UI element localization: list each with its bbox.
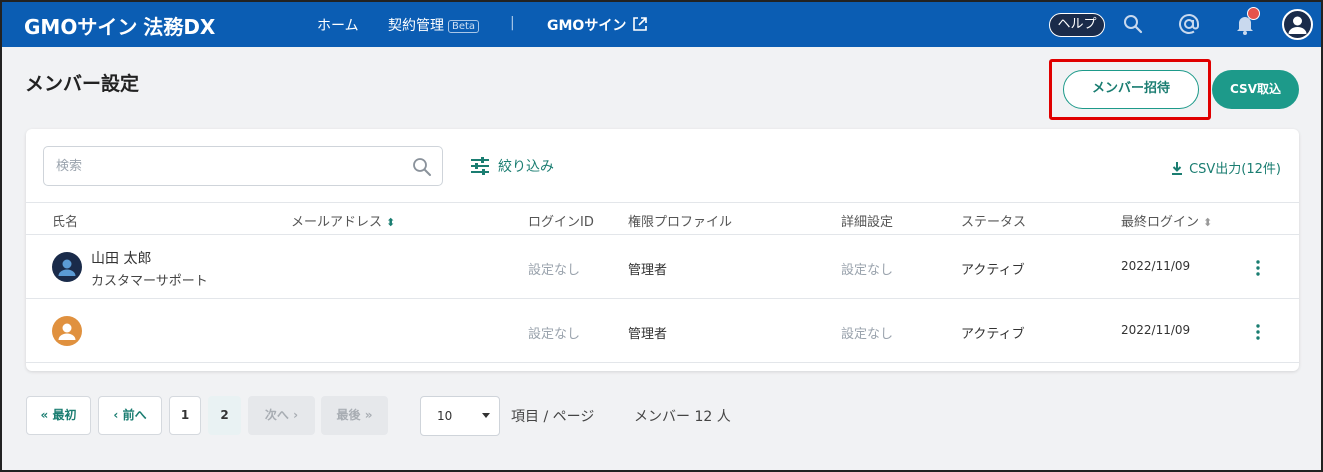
nav-contract-management[interactable]: 契約管理 Beta [388, 15, 480, 35]
member-name: 山田 太郎 [91, 251, 152, 267]
account-icon[interactable] [1282, 9, 1313, 40]
profile-cell: 管理者 [628, 327, 668, 342]
login-id-cell: 設定なし [528, 263, 581, 278]
more-vertical-icon[interactable] [1252, 323, 1264, 341]
first-page-button[interactable]: « 最初 [26, 396, 91, 435]
page-button-2[interactable]: 2 [208, 396, 241, 435]
sort-icon[interactable]: ⬍ [1203, 216, 1212, 229]
next-page-button[interactable]: 次へ › [248, 396, 315, 435]
nav-separator: | [510, 15, 515, 31]
prev-page-button[interactable]: ‹ 前へ [98, 396, 162, 435]
col-email[interactable]: メールアドレス ⬍ [291, 211, 395, 230]
download-icon [1172, 162, 1183, 175]
last-login-cell: 2022/11/09 [1121, 323, 1191, 337]
detail-cell: 設定なし [841, 327, 894, 342]
chevron-down-icon [482, 413, 490, 418]
status-cell: アクティブ [961, 327, 1025, 342]
col-last-login[interactable]: 最終ログイン ⬍ [1121, 211, 1212, 230]
profile-cell: 管理者 [628, 263, 668, 278]
help-button[interactable]: ヘルプ [1049, 13, 1105, 37]
col-email-label: メールアドレス [291, 215, 383, 230]
notification-badge [1247, 7, 1260, 20]
more-vertical-icon[interactable] [1252, 259, 1264, 277]
mention-icon[interactable] [1178, 13, 1202, 37]
page-title: メンバー設定 [25, 73, 140, 95]
col-login-id: ログインID [528, 215, 594, 230]
per-page-suffix: 項目 / ページ [511, 409, 595, 425]
col-profile: 権限プロファイル [628, 215, 733, 230]
sort-icon[interactable]: ⬍ [386, 216, 395, 229]
last-login-cell: 2022/11/09 [1121, 259, 1191, 273]
double-chevron-left-icon: « [40, 408, 49, 422]
last-page-label: 最後 [336, 408, 361, 422]
table-row[interactable]: 設定なし 管理者 設定なし アクティブ 2022/11/09 [26, 299, 1299, 363]
table-row[interactable]: 山田 太郎 カスタマーサポート 設定なし 管理者 設定なし アクティブ 2022… [26, 235, 1299, 299]
filter-sliders-icon [471, 157, 489, 175]
filter-label: 絞り込み [498, 159, 554, 175]
col-detail: 詳細設定 [841, 215, 894, 230]
col-last-login-label: 最終ログイン [1121, 215, 1200, 230]
logo-gmo-sign: GMOサイン [24, 15, 138, 39]
double-chevron-right-icon: » [364, 408, 373, 422]
nav-home[interactable]: ホーム [317, 15, 359, 35]
col-name: 氏名 [52, 215, 79, 230]
avatar [52, 316, 82, 346]
chevron-left-icon: ‹ [113, 408, 119, 422]
csv-export-label: CSV出力(12件) [1189, 162, 1281, 177]
csv-export-button[interactable]: CSV出力(12件) [1171, 158, 1281, 177]
nav-contract-label: 契約管理 [388, 18, 444, 34]
filter-button[interactable]: 絞り込み [470, 156, 554, 176]
detail-cell: 設定なし [841, 263, 894, 278]
logo-product: 法務DX [143, 15, 216, 39]
first-page-label: 最初 [52, 408, 77, 422]
members-card: 絞り込み CSV出力(12件) 氏名 メールアドレス⬍ ログインID 権限プロフ… [26, 129, 1299, 371]
prev-page-label: 前へ [122, 408, 147, 422]
search-icon[interactable] [1122, 13, 1146, 37]
last-page-button[interactable]: 最後 » [321, 396, 388, 435]
search-field[interactable] [43, 146, 443, 186]
member-count: メンバー 12 人 [634, 409, 731, 425]
col-status: ステータス [961, 215, 1027, 230]
member-department: カスタマーサポート [91, 274, 208, 289]
external-link-icon [632, 16, 648, 36]
app-logo[interactable]: GMOサイン 法務DX [24, 11, 215, 40]
chevron-right-icon: › [293, 408, 299, 422]
invite-member-button[interactable]: メンバー招待 [1063, 70, 1199, 109]
beta-badge: Beta [448, 20, 480, 33]
per-page-value: 10 [437, 409, 453, 423]
status-cell: アクティブ [961, 263, 1025, 278]
search-icon[interactable] [412, 157, 432, 181]
nav-gmo-sign-link[interactable]: GMOサイン [547, 15, 648, 36]
page-button-1[interactable]: 1 [169, 396, 201, 435]
search-input[interactable] [44, 147, 384, 185]
per-page-select[interactable]: 10 [420, 396, 500, 436]
next-page-label: 次へ [264, 408, 289, 422]
nav-gmo-sign-label: GMOサイン [547, 18, 627, 34]
login-id-cell: 設定なし [528, 327, 581, 342]
top-navigation-bar: GMOサイン 法務DX ホーム 契約管理 Beta | GMOサイン ヘルプ [2, 2, 1321, 47]
table-header: 氏名 メールアドレス ⬍ ログインID 権限プロファイル 詳細設定 ステータス 最… [26, 202, 1299, 235]
avatar [52, 252, 82, 282]
csv-import-button[interactable]: CSV取込 [1212, 70, 1299, 109]
